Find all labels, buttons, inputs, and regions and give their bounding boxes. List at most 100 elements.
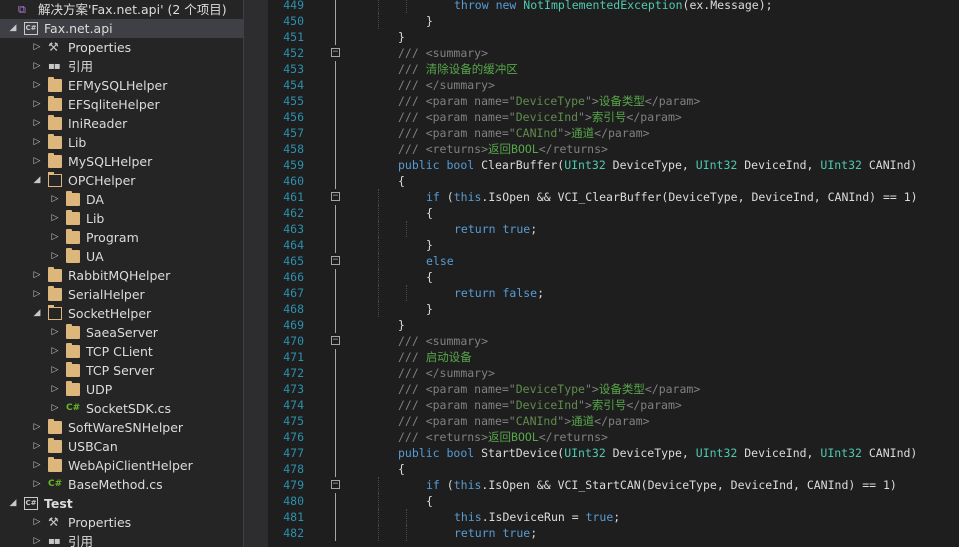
tree-item[interactable]: ▷ Lib [0,209,243,228]
fold-toggle-icon[interactable]: − [331,256,340,265]
tree-item[interactable]: ▷ IniReader [0,114,243,133]
tree-item[interactable]: ▷ WebApiClientHelper [0,456,243,475]
expand-arrow-icon[interactable]: ▷ [32,456,42,475]
fold-toggle-icon[interactable]: − [331,192,340,201]
tree-item[interactable]: ▷ SerialHelper [0,285,243,304]
tree-item[interactable]: ◢ C# Test [0,494,243,513]
expand-arrow-icon[interactable]: ▷ [32,95,42,114]
tree-item[interactable]: ▷ ▪▪ 引用 [0,532,243,547]
expand-arrow-icon[interactable]: ▷ [50,342,60,361]
fold-toggle-icon[interactable]: − [331,480,340,489]
code-line[interactable]: 468} [268,301,959,317]
code-line[interactable]: 479 − if (this.IsOpen && VCI_StartCAN(Devi… [268,477,959,493]
expand-arrow-icon[interactable]: ▷ [32,437,42,456]
code-line[interactable]: 477 public bool StartDevice(UInt32 Device… [268,445,959,461]
expand-arrow-icon[interactable]: ▷ [32,418,42,437]
code-line[interactable]: 466 { [268,269,959,285]
code-line[interactable]: 467 return false; [268,285,959,301]
tree-item[interactable]: ▷ ▪▪ 引用 [0,57,243,76]
fold-toggle-icon[interactable]: − [331,336,340,345]
code-line[interactable]: 463 return true; [268,221,959,237]
tree-item[interactable]: ⧉ 解决方案'Fax.net.api' (2 个项目) [0,0,243,19]
tree-item-label: SocketHelper [68,306,152,321]
expand-arrow-icon[interactable]: ▷ [50,228,60,247]
code-line[interactable]: 464} [268,237,959,253]
code-line[interactable]: 482 return true; [268,525,959,541]
tree-item[interactable]: ▷ TCP Server [0,361,243,380]
expand-arrow-icon[interactable]: ▷ [32,114,42,133]
tree-item[interactable]: ▷ Lib [0,133,243,152]
expand-arrow-icon[interactable]: ▷ [32,285,42,304]
expand-arrow-icon[interactable]: ▷ [32,57,42,76]
tree-item[interactable]: ▷ UA [0,247,243,266]
tree-item[interactable]: ▷ ⚒ Properties [0,513,243,532]
expand-arrow-icon[interactable]: ▷ [50,323,60,342]
code-line[interactable]: 481 this.IsDeviceRun = true; [268,509,959,525]
code-line[interactable]: 474/// <param name="DeviceInd">索引号</para… [268,397,959,413]
expand-arrow-icon[interactable]: ▷ [50,209,60,228]
code-line[interactable]: 458 /// <returns>返回BOOL</returns> [268,141,959,157]
tree-item[interactable]: ◢ OPCHelper [0,171,243,190]
code-line[interactable]: 457 /// <param name="CANInd">通道</param> [268,125,959,141]
expand-arrow-icon[interactable]: ▷ [32,38,42,57]
code-line[interactable]: 459 public bool ClearBuffer(UInt32 Device… [268,157,959,173]
tree-item[interactable]: ▷ USBCan [0,437,243,456]
code-line[interactable]: 471 /// 启动设备 [268,349,959,365]
code-line[interactable]: 480 { [268,493,959,509]
code-line[interactable]: 460 { [268,173,959,189]
tree-item[interactable]: ▷ C# BaseMethod.cs [0,475,243,494]
tree-item[interactable]: ◢ SocketHelper [0,304,243,323]
tree-item[interactable]: ▷ Program [0,228,243,247]
collapse-arrow-icon[interactable]: ◢ [8,19,18,38]
code-text: { [426,493,433,509]
code-line[interactable]: 449 throw new NotImplementedException(ex.… [268,0,959,13]
expand-arrow-icon[interactable]: ▷ [32,76,42,95]
tree-item[interactable]: ▷ UDP [0,380,243,399]
code-line[interactable]: 476 /// <returns>返回BOOL</returns> [268,429,959,445]
code-line[interactable]: 462 { [268,205,959,221]
code-line[interactable]: 469} [268,317,959,333]
expand-arrow-icon[interactable]: ▷ [50,380,60,399]
tree-item[interactable]: ◢ C# Fax.net.api [0,19,243,38]
tree-item[interactable]: ▷ RabbitMQHelper [0,266,243,285]
collapse-arrow-icon[interactable]: ◢ [32,304,42,323]
code-editor[interactable]: 449 throw new NotImplementedException(ex.… [268,0,959,547]
code-line[interactable]: 478 { [268,461,959,477]
expand-arrow-icon[interactable]: ▷ [50,190,60,209]
code-line[interactable]: 473/// <param name="DeviceType">设备类型</pa… [268,381,959,397]
code-line[interactable]: 456/// <param name="DeviceInd">索引号</para… [268,109,959,125]
code-line[interactable]: 451} [268,29,959,45]
tree-item[interactable]: ▷ TCP CLient [0,342,243,361]
expand-arrow-icon[interactable]: ▷ [32,475,42,494]
tree-item[interactable]: ▷ DA [0,190,243,209]
collapse-arrow-icon[interactable]: ◢ [8,494,18,513]
expand-arrow-icon[interactable]: ▷ [32,133,42,152]
tree-item[interactable]: ▷ EFSqliteHelper [0,95,243,114]
code-line[interactable]: 450} [268,13,959,29]
expand-arrow-icon[interactable]: ▷ [32,532,42,547]
expand-arrow-icon[interactable]: ▷ [50,361,60,380]
expand-arrow-icon[interactable]: ▷ [50,247,60,266]
collapse-arrow-icon[interactable]: ◢ [32,171,42,190]
tree-item[interactable]: ▷ MySQLHelper [0,152,243,171]
expand-arrow-icon[interactable]: ▷ [32,152,42,171]
fold-toggle-icon[interactable]: − [331,48,340,57]
code-line[interactable]: 475 /// <param name="CANInd">通道</param> [268,413,959,429]
code-line[interactable]: 461 − if (this.IsOpen && VCI_ClearBuffer(D… [268,189,959,205]
code-line[interactable]: 453 /// 清除设备的缓冲区 [268,61,959,77]
tree-item[interactable]: ▷ EFMySQLHelper [0,76,243,95]
expand-arrow-icon[interactable]: ▷ [50,399,60,418]
code-line[interactable]: 454 /// </summary> [268,77,959,93]
tree-item[interactable]: ▷ C# SocketSDK.cs [0,399,243,418]
code-line[interactable]: 470 − /// <summary> [268,333,959,349]
tree-item[interactable]: ▷ SaeaServer [0,323,243,342]
tree-item[interactable]: ▷ ⚒ Properties [0,38,243,57]
code-line[interactable]: 455/// <param name="DeviceType">设备类型</pa… [268,93,959,109]
expand-arrow-icon[interactable]: ▷ [32,266,42,285]
code-line[interactable]: 472 /// </summary> [268,365,959,381]
tree-item[interactable]: ▷ SoftWareSNHelper [0,418,243,437]
expand-arrow-icon[interactable]: ▷ [32,513,42,532]
splitter[interactable] [243,0,268,547]
code-line[interactable]: 465 − else [268,253,959,269]
code-line[interactable]: 452 − /// <summary> [268,45,959,61]
